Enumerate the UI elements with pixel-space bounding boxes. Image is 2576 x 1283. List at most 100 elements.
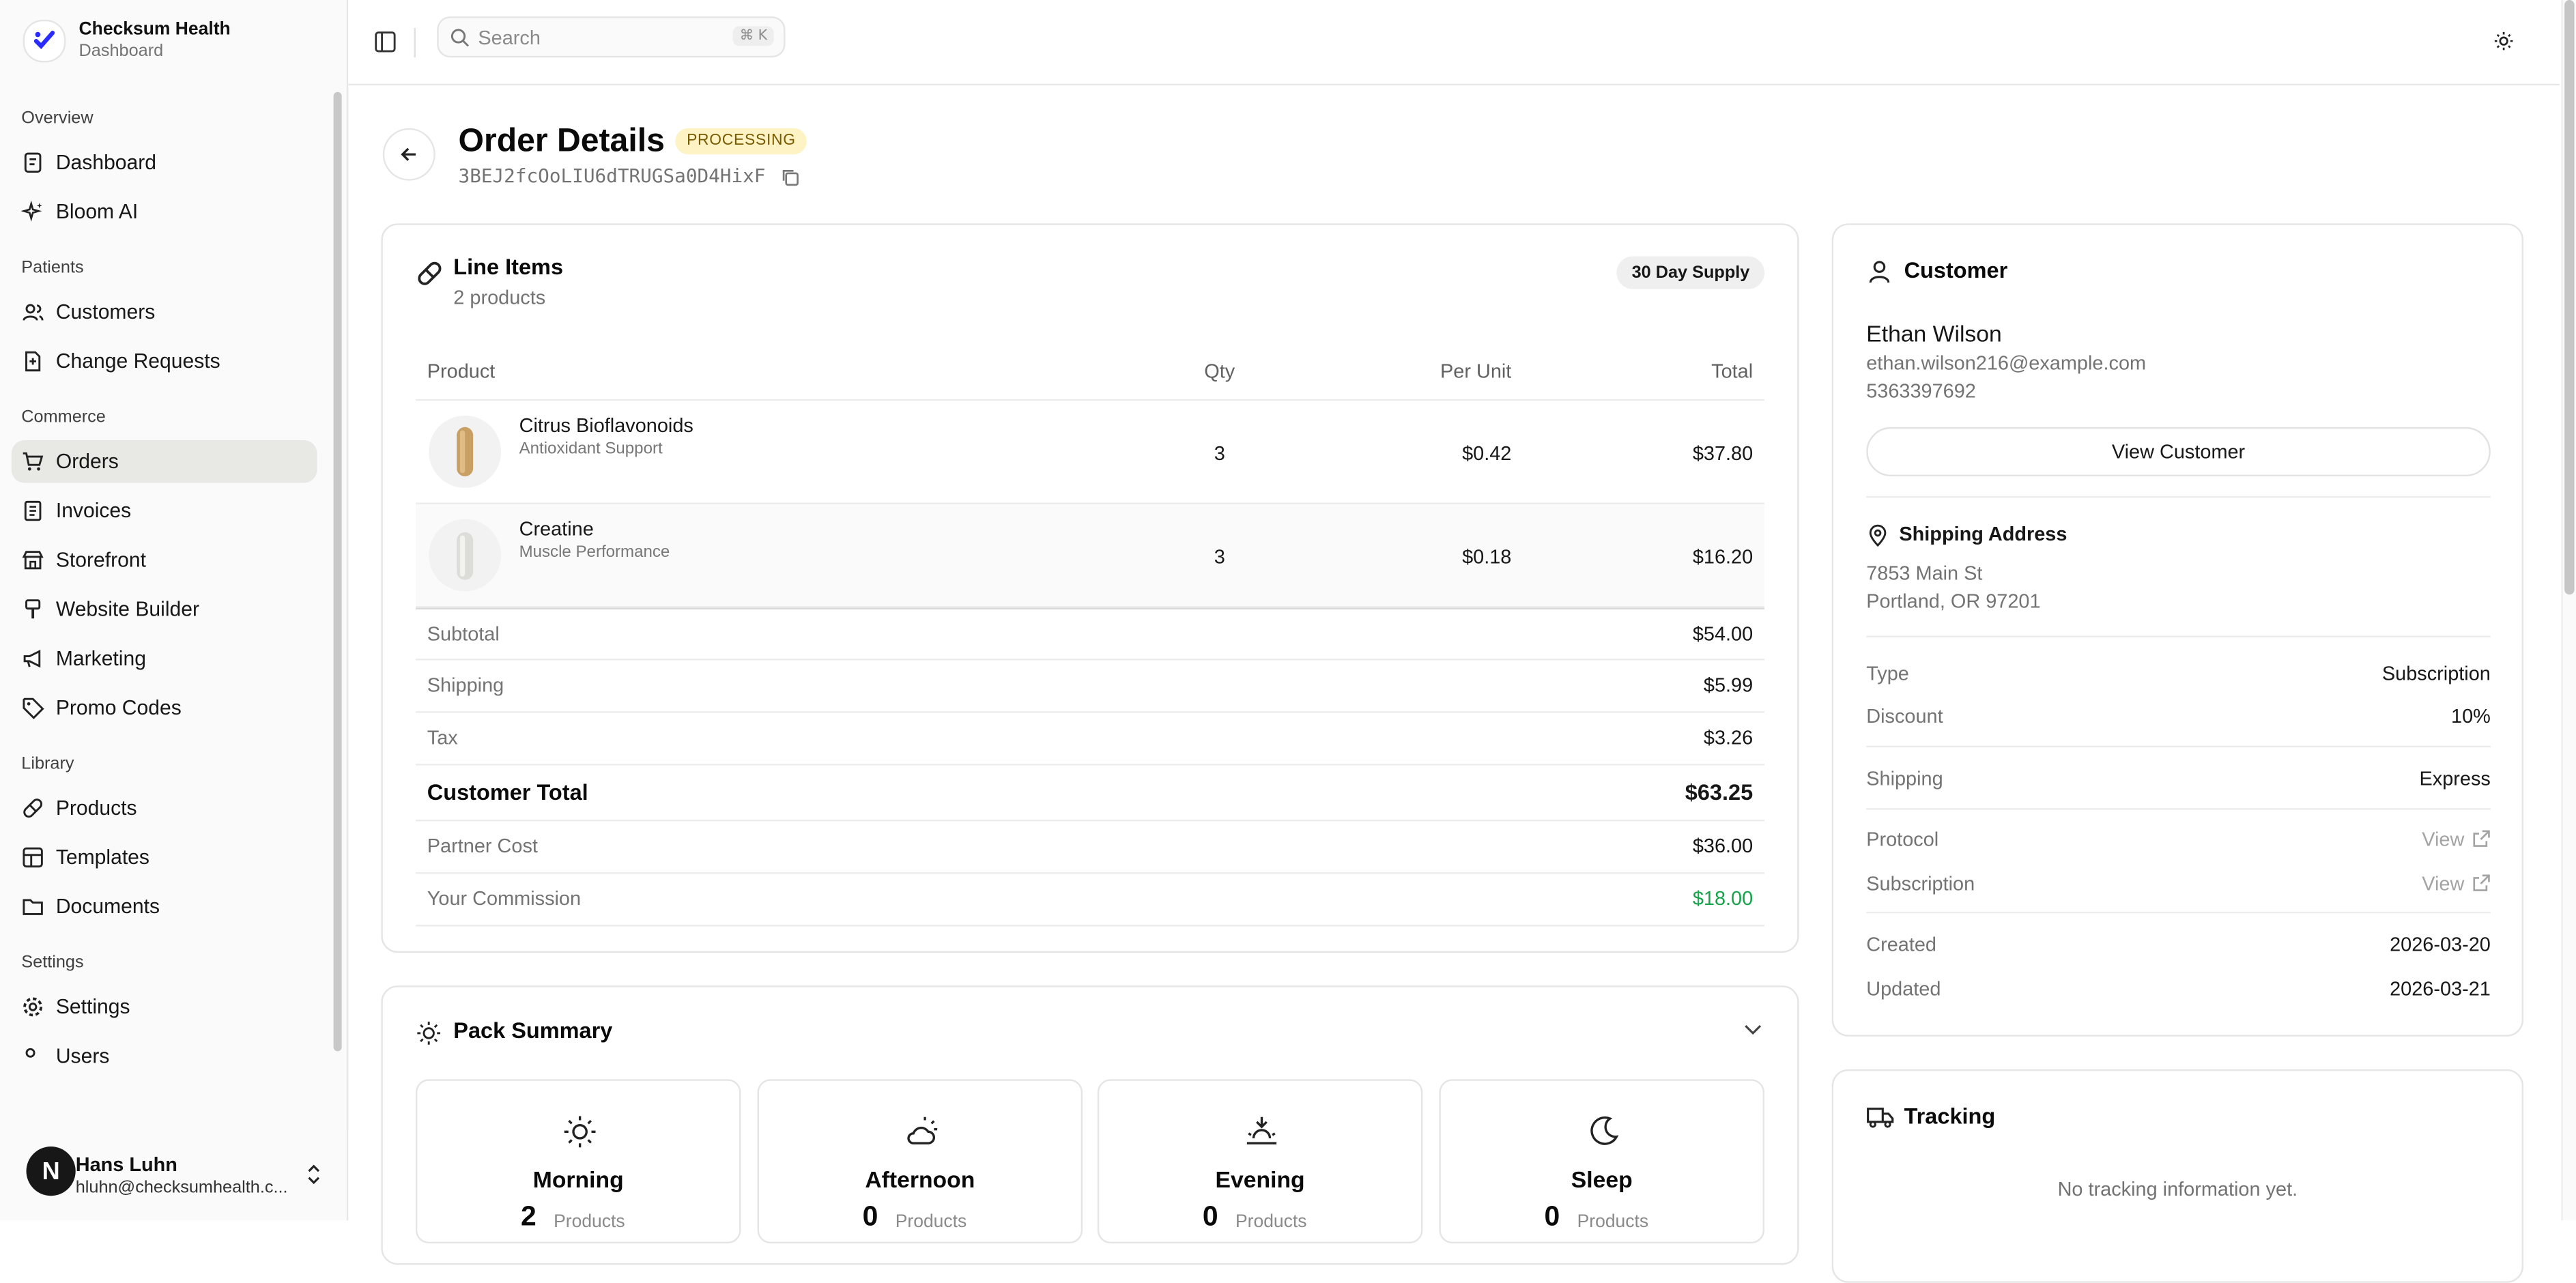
sidebar-item-label: Dashboard: [55, 151, 157, 175]
slot-unit: Products: [895, 1212, 967, 1232]
sidebar-item-settings[interactable]: Settings: [12, 985, 317, 1028]
sidebar-item-invoices[interactable]: Invoices: [12, 489, 317, 532]
slot-name: Evening: [1215, 1166, 1305, 1193]
chevron-up-down-icon: [308, 1164, 320, 1185]
pack-slot-morning[interactable]: Morning 2 Products: [415, 1079, 741, 1244]
sun-icon[interactable]: [2494, 31, 2514, 51]
line-items-count: 2 products: [453, 285, 546, 309]
discount-label: Discount: [1866, 704, 1943, 728]
shipping-value: $5.99: [1703, 673, 1754, 697]
sunset-icon: [1246, 1116, 1277, 1144]
sidebar-item-customers[interactable]: Customers: [12, 291, 317, 334]
product-name: Creatine: [519, 517, 594, 540]
external-link-icon[interactable]: [2472, 829, 2490, 847]
commission-label: Your Commission: [427, 886, 582, 910]
pack-slot-afternoon[interactable]: Afternoon 0 Products: [757, 1079, 1083, 1244]
nav-section-library: Library: [21, 753, 74, 774]
tax-row: Tax $3.26: [415, 713, 1765, 766]
slot-name: Afternoon: [865, 1166, 975, 1193]
sidebar-item-bloom-ai[interactable]: Bloom AI: [12, 190, 317, 233]
tracking-card: Tracking No tracking information yet.: [1831, 1069, 2523, 1283]
user-name: Hans Luhn: [75, 1153, 177, 1177]
sidebar-item-website-builder[interactable]: Website Builder: [12, 588, 317, 631]
product-category: Antioxidant Support: [519, 440, 663, 459]
slot-count: 0: [862, 1200, 878, 1232]
product-image: [429, 415, 502, 488]
row-qty: 3: [1214, 545, 1225, 568]
line-items-title: Line Items: [453, 255, 564, 280]
discount-value: 10%: [2451, 704, 2491, 728]
customer-title: Customer: [1904, 257, 2008, 283]
view-customer-button[interactable]: View Customer: [1866, 427, 2491, 477]
cart-icon: [23, 452, 44, 471]
protocol-view-link[interactable]: View: [2422, 828, 2464, 851]
divider: [414, 27, 416, 58]
sun-icon: [564, 1116, 596, 1148]
sun-icon: [417, 1022, 441, 1045]
customer-email: ethan.wilson216@example.com: [1866, 351, 2147, 375]
search-shortcut: ⌘ K: [733, 26, 774, 46]
pack-slot-sleep[interactable]: Sleep 0 Products: [1439, 1079, 1765, 1244]
order-id: 3BEJ2fcOoLIU6dTRUGSa0D4HixF: [458, 164, 766, 188]
sidebar-item-label: Settings: [55, 995, 130, 1019]
sidebar-item-label: Change Requests: [55, 349, 220, 373]
sidebar: Checksum Health Dashboard Overview Dashb…: [0, 0, 349, 1221]
avatar: N: [26, 1147, 76, 1196]
dashboard-icon: [24, 152, 42, 173]
protocol-label: Protocol: [1866, 828, 1939, 851]
sidebar-item-users[interactable]: Users: [12, 1035, 317, 1078]
copy-icon[interactable]: [780, 168, 800, 188]
slot-count: 2: [520, 1200, 536, 1232]
sidebar-item-label: Bloom AI: [55, 200, 139, 224]
sidebar-item-label: Promo Codes: [55, 696, 182, 720]
type-value: Subscription: [2381, 661, 2491, 685]
sidebar-item-marketing[interactable]: Marketing: [12, 637, 317, 680]
sidebar-item-products[interactable]: Products: [12, 787, 317, 830]
folder-icon: [23, 899, 43, 915]
sidebar-item-templates[interactable]: Templates: [12, 836, 317, 879]
sidebar-item-documents[interactable]: Documents: [12, 885, 317, 928]
row-qty: 3: [1214, 442, 1225, 465]
cloud-sun-icon: [907, 1116, 938, 1144]
sidebar-item-label: Invoices: [55, 499, 132, 523]
partner-cost-value: $36.00: [1692, 834, 1754, 858]
column-product: Product: [427, 360, 496, 383]
user-email: hluhn@checksumhealth.c...: [75, 1177, 288, 1198]
sidebar-item-storefront[interactable]: Storefront: [12, 538, 317, 581]
sidebar-item-label: Marketing: [55, 647, 146, 671]
brand[interactable]: Checksum Health Dashboard: [23, 19, 231, 63]
sidebar-toggle-icon[interactable]: [375, 31, 396, 53]
pill-icon: [23, 798, 43, 818]
chevron-down-icon[interactable]: [1743, 1023, 1763, 1036]
divider: [1866, 495, 2491, 498]
commission-value: $18.00: [1692, 886, 1754, 910]
back-button[interactable]: [382, 128, 435, 181]
search-input[interactable]: Search ⌘ K: [437, 16, 786, 58]
page-scrollbar[interactable]: [2561, 0, 2576, 1221]
sidebar-item-orders[interactable]: Orders: [11, 440, 317, 483]
sidebar-item-label: Products: [55, 796, 137, 820]
pack-slot-evening[interactable]: Evening 0 Products: [1097, 1079, 1423, 1244]
sparkles-icon: [21, 200, 42, 222]
sidebar-item-label: Customers: [55, 300, 156, 324]
sidebar-item-change-requests[interactable]: Change Requests: [12, 340, 317, 383]
brand-name: Checksum Health: [78, 19, 231, 40]
sidebar-item-promo-codes[interactable]: Promo Codes: [12, 687, 317, 730]
status-badge: PROCESSING: [675, 128, 807, 155]
external-link-icon[interactable]: [2472, 874, 2490, 891]
table-row[interactable]: Citrus Bioflavonoids Antioxidant Support…: [415, 401, 1765, 504]
sidebar-nav: Overview Dashboard Bloom AI Patients Cus…: [11, 92, 317, 1078]
user-icon: [1869, 261, 1890, 283]
users-icon: [25, 1048, 35, 1058]
pill-icon: [418, 261, 442, 285]
created-label: Created: [1866, 933, 1937, 956]
subscription-view-link[interactable]: View: [2422, 872, 2464, 895]
shipping-row: Shipping $5.99: [415, 661, 1765, 713]
sidebar-scrollbar[interactable]: [333, 91, 342, 1052]
customer-total-label: Customer Total: [427, 780, 588, 805]
sidebar-item-dashboard[interactable]: Dashboard: [12, 141, 317, 184]
layout-icon: [23, 847, 43, 868]
line-items-card: Line Items 2 products 30 Day Supply Prod…: [381, 223, 1799, 953]
table-row[interactable]: Creatine Muscle Performance 3 $0.18 $16.…: [415, 504, 1765, 608]
user-menu[interactable]: N Hans Luhn hluhn@checksumhealth.c...: [0, 1129, 347, 1221]
